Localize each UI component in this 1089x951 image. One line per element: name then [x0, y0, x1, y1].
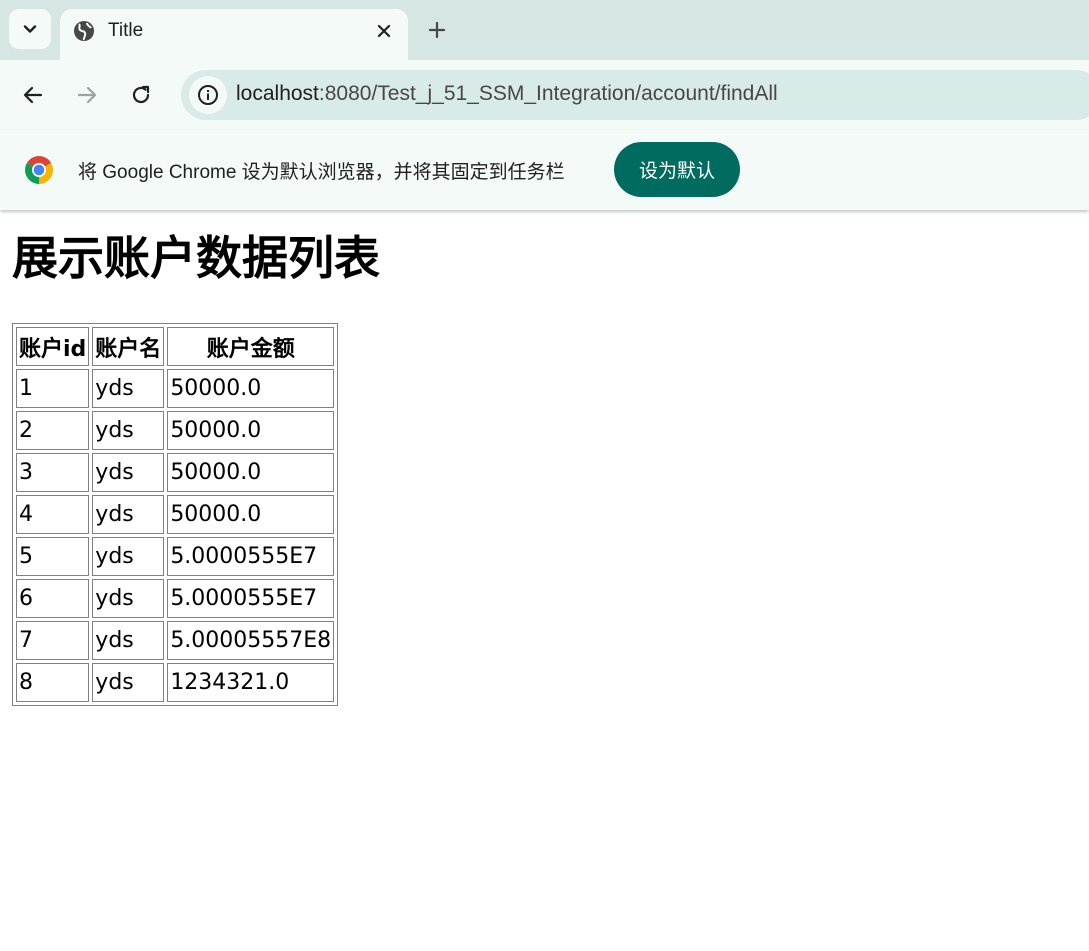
address-bar[interactable]: localhost:8080/Test_j_51_SSM_Integration…: [181, 70, 1089, 120]
table-header-row: 账户id 账户名 账户金额: [16, 327, 335, 366]
cell-id: 6: [16, 579, 90, 618]
table-row: 5 yds 5.0000555E7: [16, 537, 335, 576]
account-table: 账户id 账户名 账户金额 1 yds 50000.0 2 yds 50000.…: [12, 323, 339, 706]
back-button[interactable]: [20, 82, 46, 108]
cell-name: yds: [92, 369, 165, 408]
tab-search-button[interactable]: [9, 9, 51, 49]
page-heading: 展示账户数据列表: [12, 231, 380, 285]
site-info-button[interactable]: [189, 76, 227, 114]
cell-amount: 50000.0: [167, 495, 335, 534]
cell-name: yds: [92, 579, 165, 618]
column-header-id: 账户id: [16, 327, 90, 366]
table-row: 7 yds 5.00005557E8: [16, 621, 335, 660]
column-header-amount: 账户金额: [167, 327, 335, 366]
table-row: 2 yds 50000.0: [16, 411, 335, 450]
cell-name: yds: [92, 495, 165, 534]
cell-amount: 1234321.0: [167, 663, 335, 702]
forward-button[interactable]: [74, 82, 100, 108]
cell-name: yds: [92, 411, 165, 450]
chevron-down-icon: [23, 25, 37, 33]
default-browser-infobar: 将 Google Chrome 设为默认浏览器，并将其固定到任务栏 设为默认: [0, 130, 1089, 210]
cell-amount: 5.0000555E7: [167, 579, 335, 618]
browser-toolbar: localhost:8080/Test_j_51_SSM_Integration…: [0, 60, 1089, 190]
arrow-left-icon: [23, 86, 43, 104]
globe-icon: [74, 21, 94, 41]
tab-strip: Title: [0, 0, 1089, 60]
cell-name: yds: [92, 621, 165, 660]
url-path: :8080/Test_j_51_SSM_Integration/account/…: [318, 82, 778, 105]
reload-button[interactable]: [128, 82, 154, 108]
table-row: 8 yds 1234321.0: [16, 663, 335, 702]
cell-id: 1: [16, 369, 90, 408]
cell-amount: 5.0000555E7: [167, 537, 335, 576]
cell-amount: 50000.0: [167, 411, 335, 450]
cell-id: 2: [16, 411, 90, 450]
cell-name: yds: [92, 537, 165, 576]
info-icon: [198, 85, 218, 105]
cell-id: 3: [16, 453, 90, 492]
new-tab-button[interactable]: [425, 18, 449, 42]
table-row: 1 yds 50000.0: [16, 369, 335, 408]
arrow-right-icon: [77, 86, 97, 104]
cell-amount: 5.00005557E8: [167, 621, 335, 660]
reload-icon: [132, 85, 150, 104]
tab-title: Title: [108, 20, 144, 41]
cell-id: 5: [16, 537, 90, 576]
column-header-name: 账户名: [92, 327, 165, 366]
chrome-logo-icon: [25, 156, 53, 184]
close-icon: [377, 24, 391, 38]
cell-id: 4: [16, 495, 90, 534]
cell-id: 8: [16, 663, 90, 702]
url-host: localhost: [236, 82, 319, 105]
set-default-button[interactable]: 设为默认: [614, 142, 740, 197]
table-row: 4 yds 50000.0: [16, 495, 335, 534]
cell-amount: 50000.0: [167, 369, 335, 408]
table-row: 3 yds 50000.0: [16, 453, 335, 492]
table-row: 6 yds 5.0000555E7: [16, 579, 335, 618]
cell-name: yds: [92, 453, 165, 492]
infobar-message: 将 Google Chrome 设为默认浏览器，并将其固定到任务栏: [78, 162, 565, 183]
active-tab[interactable]: Title: [60, 9, 408, 60]
cell-name: yds: [92, 663, 165, 702]
plus-icon: [428, 21, 446, 39]
cell-id: 7: [16, 621, 90, 660]
url-text: localhost:8080/Test_j_51_SSM_Integration…: [236, 82, 778, 106]
cell-amount: 50000.0: [167, 453, 335, 492]
page-content: 展示账户数据列表 账户id 账户名 账户金额 1 yds 50000.0 2 y…: [12, 226, 380, 706]
close-tab-button[interactable]: [373, 20, 395, 42]
